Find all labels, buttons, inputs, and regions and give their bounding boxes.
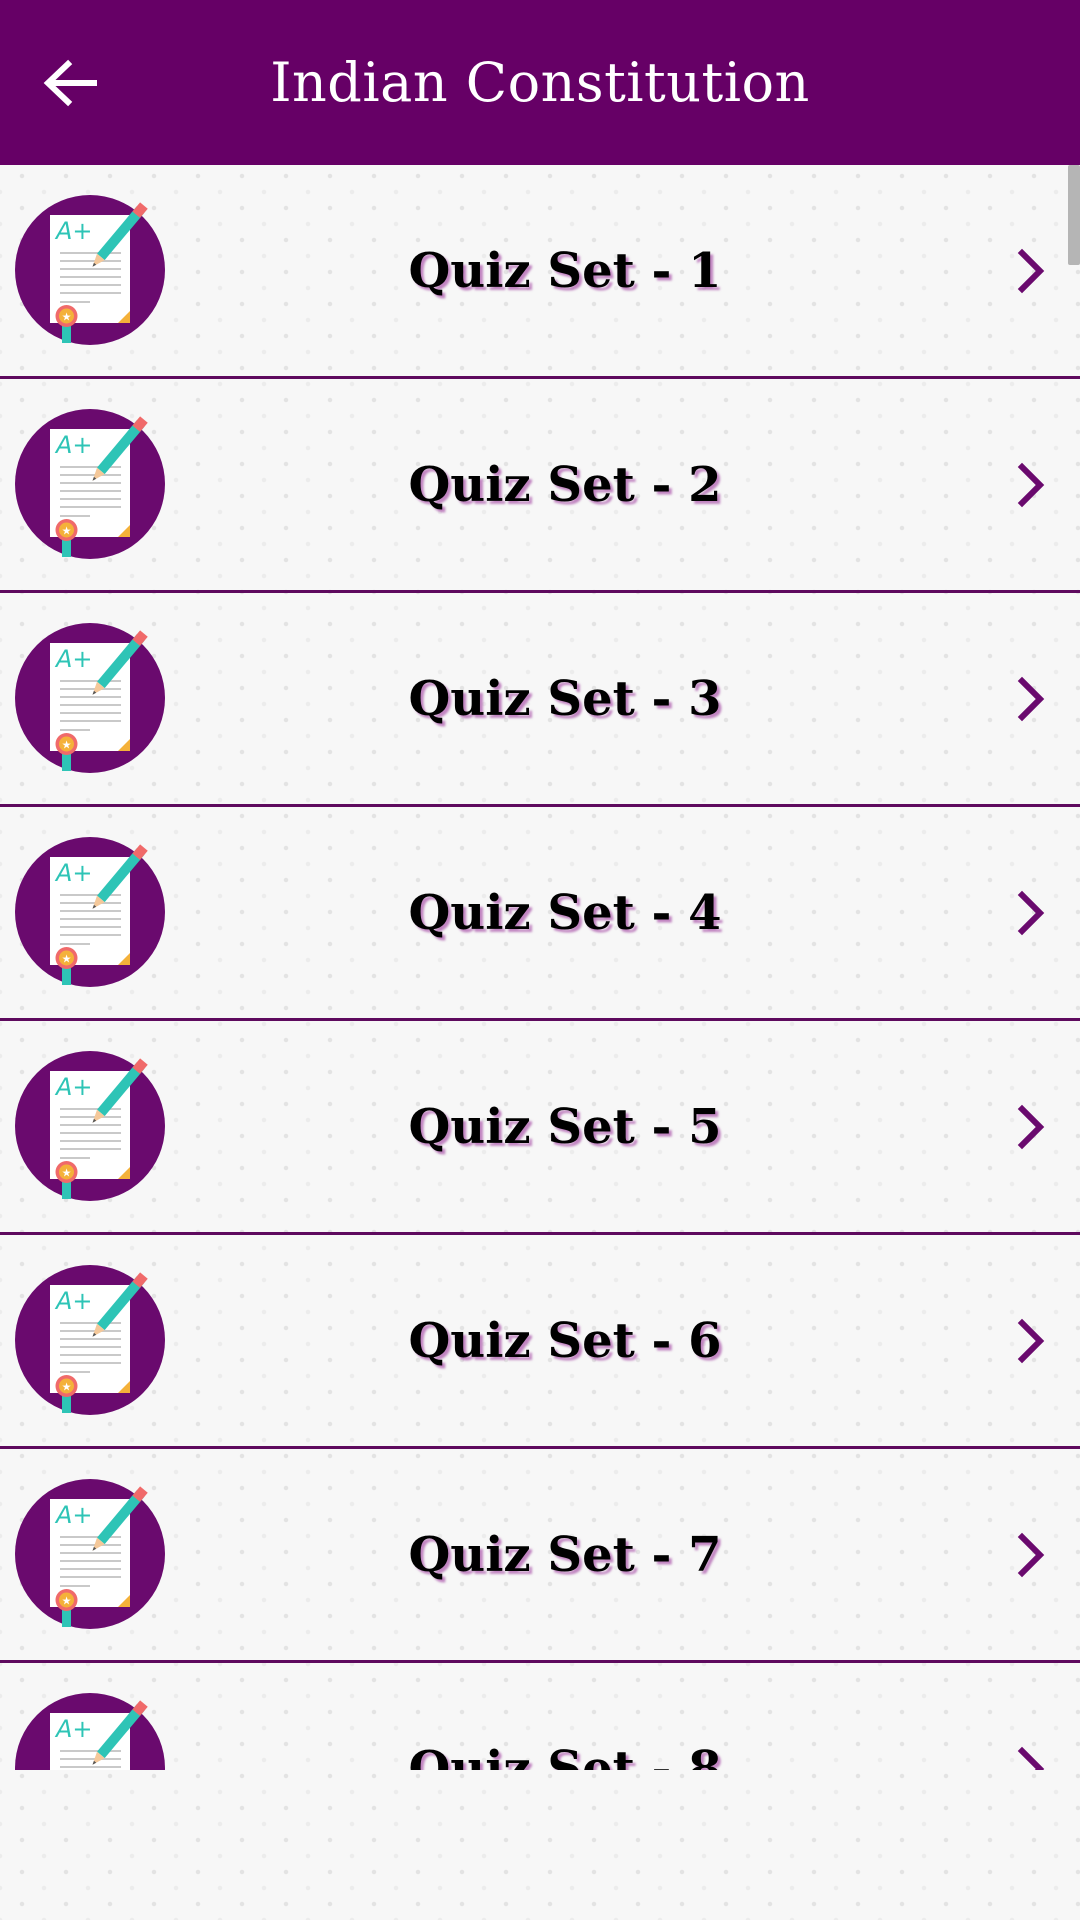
svg-text:★: ★ (62, 525, 72, 538)
chevron-right-icon (1017, 1532, 1045, 1578)
svg-text:★: ★ (62, 311, 72, 324)
quiz-set-label: Quiz Set - 4 (408, 884, 722, 941)
grade-badge-text: A+ (54, 1501, 93, 1529)
grade-badge-text: A+ (54, 431, 93, 459)
grade-badge-text: A+ (54, 1287, 93, 1315)
svg-text:★: ★ (62, 1595, 72, 1608)
svg-text:★: ★ (62, 1381, 72, 1394)
app-bar: Indian Constitution (0, 0, 1080, 165)
chevron-right-icon (1017, 248, 1045, 294)
grade-badge-text: A+ (54, 1715, 93, 1743)
chevron-right-icon (1017, 676, 1045, 722)
quiz-set-item-3[interactable]: A+ ★ Quiz Set - 3 (0, 593, 1080, 807)
grade-badge-text: A+ (54, 859, 93, 887)
quiz-set-label: Quiz Set - 1 (408, 242, 722, 299)
page-title: Indian Constitution (270, 51, 810, 114)
graded-paper-icon: A+ ★ (15, 623, 165, 773)
svg-text:★: ★ (62, 953, 72, 966)
quiz-set-item-8[interactable]: A+ ★ Quiz Set - 8 (0, 1663, 1080, 1770)
graded-paper-icon: A+ ★ (15, 1051, 165, 1201)
quiz-set-item-5[interactable]: A+ ★ Quiz Set - 5 (0, 1021, 1080, 1235)
quiz-set-item-2[interactable]: A+ ★ Quiz Set - 2 (0, 379, 1080, 593)
chevron-right-icon (1017, 1104, 1045, 1150)
graded-paper-icon: A+ ★ (15, 409, 165, 559)
graded-paper-icon: A+ ★ (15, 1265, 165, 1415)
grade-badge-text: A+ (54, 645, 93, 673)
chevron-right-icon (1017, 890, 1045, 936)
quiz-set-item-4[interactable]: A+ ★ Quiz Set - 4 (0, 807, 1080, 1021)
quiz-set-label: Quiz Set - 2 (408, 456, 722, 513)
graded-paper-icon: A+ ★ (15, 1693, 165, 1770)
chevron-right-icon (1017, 462, 1045, 508)
svg-text:★: ★ (62, 739, 72, 752)
quiz-set-label: Quiz Set - 5 (408, 1098, 722, 1155)
scrollbar[interactable] (1068, 165, 1080, 265)
svg-text:★: ★ (62, 1167, 72, 1180)
graded-paper-icon: A+ ★ (15, 195, 165, 345)
chevron-right-icon (1017, 1318, 1045, 1364)
quiz-set-label: Quiz Set - 3 (408, 670, 722, 727)
quiz-set-item-6[interactable]: A+ ★ Quiz Set - 6 (0, 1235, 1080, 1449)
grade-badge-text: A+ (54, 217, 93, 245)
quiz-set-list[interactable]: A+ ★ Quiz Set - 1 A+ ★ Quiz Set - 2 A+ ★… (0, 165, 1080, 1770)
quiz-set-label: Quiz Set - 7 (408, 1526, 722, 1583)
quiz-set-item-7[interactable]: A+ ★ Quiz Set - 7 (0, 1449, 1080, 1663)
graded-paper-icon: A+ ★ (15, 837, 165, 987)
quiz-set-label: Quiz Set - 8 (408, 1740, 722, 1771)
quiz-set-item-1[interactable]: A+ ★ Quiz Set - 1 (0, 165, 1080, 379)
chevron-right-icon (1017, 1746, 1045, 1770)
quiz-set-label: Quiz Set - 6 (408, 1312, 722, 1369)
graded-paper-icon: A+ ★ (15, 1479, 165, 1629)
grade-badge-text: A+ (54, 1073, 93, 1101)
